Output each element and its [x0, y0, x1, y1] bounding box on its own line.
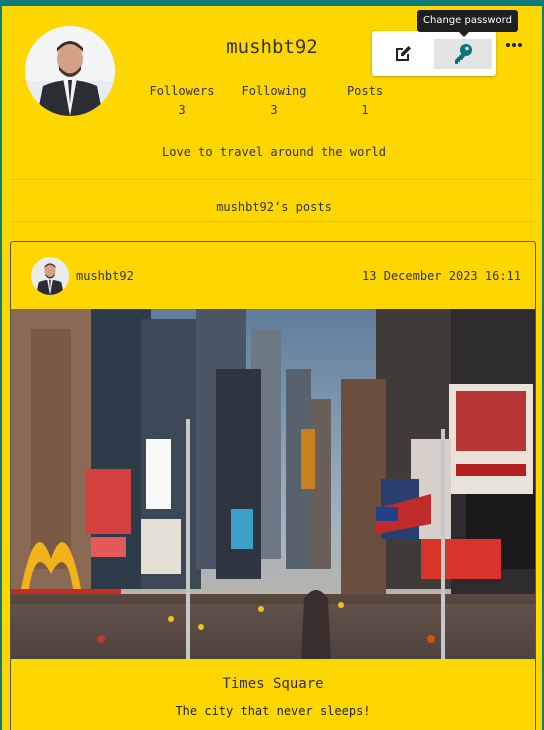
post-image — [11, 309, 535, 659]
profile-page: mushbt92 Followers 3 Following 3 Posts 1 — [0, 6, 544, 730]
edit-profile-button[interactable] — [382, 39, 424, 69]
post-timestamp: 13 December 2023 16:11 — [362, 269, 521, 283]
posts-section-heading: mushbt92‘s posts — [216, 200, 332, 214]
following-label: Following — [241, 84, 307, 98]
post-author-avatar[interactable] — [31, 257, 69, 295]
post-author-name[interactable]: mushbt92 — [76, 269, 134, 283]
post-title: Times Square — [222, 676, 324, 692]
followers-stat[interactable]: Followers 3 — [142, 84, 222, 117]
more-dots-icon — [506, 43, 522, 47]
following-stat[interactable]: Following 3 — [234, 84, 314, 117]
post-description: The city that never sleeps! — [175, 704, 371, 718]
change-password-button[interactable] — [434, 39, 492, 69]
profile-actions-menu — [372, 31, 496, 76]
followers-count: 3 — [178, 103, 186, 117]
change-password-tooltip: Change password — [417, 10, 518, 37]
key-icon — [455, 44, 472, 64]
profile-username: mushbt92 — [226, 36, 318, 58]
post-card: mushbt92 13 December 2023 16:11 Times Sq… — [10, 241, 536, 730]
more-options-button[interactable] — [503, 35, 525, 55]
posts-label: Posts — [346, 84, 384, 98]
divider — [10, 221, 536, 222]
posts-stat: Posts 1 — [330, 84, 400, 117]
following-count: 3 — [270, 103, 278, 117]
profile-bio: Love to travel around the world — [162, 145, 386, 159]
profile-stats: Followers 3 Following 3 Posts 1 — [142, 84, 392, 124]
divider — [10, 179, 536, 180]
profile-avatar — [25, 26, 115, 116]
edit-icon — [396, 46, 411, 61]
followers-label: Followers — [149, 84, 215, 98]
posts-count: 1 — [361, 103, 369, 117]
